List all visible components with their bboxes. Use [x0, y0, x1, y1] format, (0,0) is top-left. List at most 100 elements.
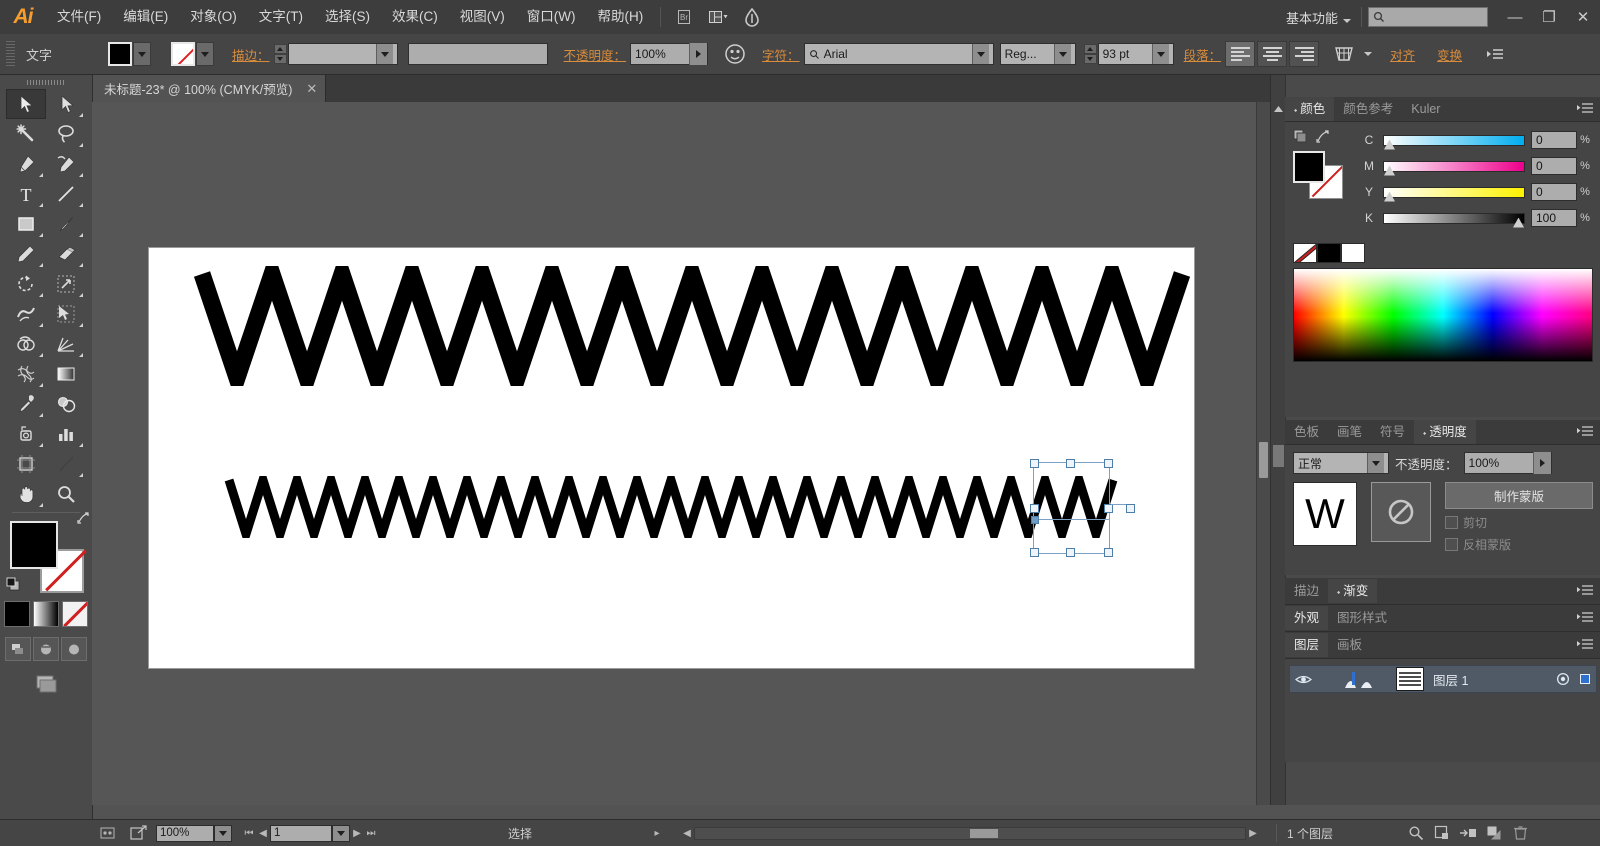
dock-collapse-rail[interactable] — [1271, 75, 1286, 805]
tab-appearance[interactable]: 外观 — [1285, 606, 1329, 630]
clip-checkbox[interactable] — [1445, 516, 1458, 529]
bar-graph-tool[interactable] — [46, 419, 86, 449]
stroke-weight-up[interactable] — [273, 44, 287, 54]
font-family-dropdown[interactable] — [971, 44, 989, 64]
blob-brush-tool[interactable] — [46, 239, 86, 269]
tab-symbols[interactable]: 符号 — [1371, 420, 1414, 444]
blend-mode-dropdown[interactable] — [1367, 453, 1384, 473]
selection-indicator[interactable] — [1574, 673, 1596, 685]
tab-stroke[interactable]: 描边 — [1285, 579, 1328, 603]
normal-screen-mode[interactable] — [5, 637, 31, 661]
zoom-level-dropdown[interactable] — [214, 824, 232, 842]
color-spectrum-ramp[interactable] — [1293, 268, 1593, 362]
document-tab[interactable]: 未标题-23* @ 100% (CMYK/预览) ✕ — [92, 75, 327, 102]
slice-tool[interactable] — [46, 449, 86, 479]
stroke-profile-field[interactable] — [407, 43, 548, 65]
canvas-vertical-scroll-thumb[interactable] — [1259, 442, 1268, 478]
menu-edit[interactable]: 编辑(E) — [112, 0, 179, 34]
status-flyout-button[interactable]: ▸ — [650, 824, 664, 842]
fill-indicator[interactable] — [10, 521, 58, 569]
tab-gradient[interactable]: ⬩ 渐变 — [1328, 579, 1378, 603]
tab-brushes[interactable]: 画笔 — [1328, 420, 1371, 444]
zoom-tool[interactable] — [46, 479, 86, 509]
canvas-vertical-scrollbar[interactable] — [1256, 102, 1270, 805]
panel-menu-icon[interactable] — [1481, 41, 1509, 67]
opacity-label[interactable]: 不透明度： — [560, 45, 631, 64]
fill-swatch-dropdown[interactable] — [133, 42, 152, 66]
opacity-flyout-button[interactable] — [689, 43, 708, 65]
prev-artboard-icon[interactable]: ◀ — [256, 824, 270, 842]
menu-view[interactable]: 视图(V) — [449, 0, 516, 34]
character-label[interactable]: 字符： — [758, 45, 804, 64]
selection-handle-bl[interactable] — [1030, 548, 1039, 557]
free-transform-tool[interactable] — [46, 299, 86, 329]
delete-layer-icon[interactable] — [1507, 820, 1533, 846]
paintbrush-tool[interactable] — [46, 209, 86, 239]
horizontal-scroll-track[interactable] — [694, 826, 1246, 840]
add-to-swatches-icon[interactable] — [1293, 129, 1308, 147]
font-size-down[interactable] — [1083, 54, 1097, 64]
mini-swatch-white[interactable] — [1341, 243, 1365, 263]
tools-panel-grip[interactable] — [0, 75, 92, 89]
make-mask-button[interactable]: 制作蒙版 — [1445, 482, 1593, 509]
envelope-distort-icon[interactable] — [1330, 41, 1358, 67]
line-segment-tool[interactable] — [46, 179, 86, 209]
text-anchor-point[interactable] — [1031, 516, 1039, 524]
blend-mode-combo[interactable]: 正常 — [1293, 452, 1389, 474]
zigzag-row-small[interactable] — [224, 476, 1129, 538]
transparency-object-thumbnail[interactable]: W — [1293, 482, 1357, 546]
default-fill-stroke-icon[interactable] — [6, 577, 22, 593]
menu-window[interactable]: 窗口(W) — [516, 0, 587, 34]
invert-mask-checkbox[interactable] — [1445, 538, 1458, 551]
full-screen-mode[interactable] — [61, 637, 87, 661]
color-slider-c-value[interactable]: 0 — [1531, 131, 1577, 149]
tab-artboards[interactable]: 画板 — [1328, 633, 1371, 657]
dock-rail-thumb[interactable] — [1273, 445, 1284, 467]
tab-layers[interactable]: 图层 — [1285, 633, 1329, 657]
horizontal-scroll-thumb[interactable] — [970, 828, 998, 838]
color-slider-m-track[interactable] — [1383, 160, 1525, 176]
selection-handle-tr[interactable] — [1104, 459, 1113, 468]
symbol-sprayer-tool[interactable] — [6, 419, 46, 449]
shape-builder-tool[interactable] — [6, 329, 46, 359]
align-link[interactable]: 对齐 — [1386, 45, 1419, 64]
dock-expand-icon[interactable] — [1271, 105, 1285, 116]
eyedropper-tool[interactable] — [6, 389, 46, 419]
last-artboard-icon[interactable]: ⏭ — [364, 824, 378, 842]
type-tool[interactable]: T — [6, 179, 46, 209]
artboard[interactable] — [149, 248, 1194, 668]
blend-tool[interactable] — [46, 389, 86, 419]
lasso-tool[interactable] — [46, 119, 86, 149]
artboard-navigation-icon[interactable] — [100, 820, 122, 846]
transparency-opacity-flyout[interactable] — [1532, 452, 1551, 474]
width-tool[interactable] — [6, 299, 46, 329]
arrange-documents-icon[interactable] — [703, 5, 733, 29]
pen-tool[interactable] — [6, 149, 46, 179]
tab-transparency[interactable]: ⬩ 透明度 — [1414, 420, 1476, 444]
color-slider-k-value[interactable]: 100 — [1531, 209, 1577, 227]
tab-kuler[interactable]: Kuler — [1402, 97, 1449, 121]
next-artboard-icon[interactable]: ▶ — [350, 824, 364, 842]
color-slider-y-track[interactable] — [1383, 186, 1525, 202]
gradient-tool[interactable] — [46, 359, 86, 389]
align-left-button[interactable] — [1225, 41, 1256, 67]
transparency-panel-menu-icon[interactable] — [1576, 425, 1594, 440]
duplicate-icon[interactable] — [1481, 820, 1507, 846]
stroke-swatch-none[interactable] — [171, 42, 196, 66]
new-sublayer-icon[interactable] — [1429, 820, 1455, 846]
gradient-mode[interactable] — [33, 601, 59, 627]
color-mode[interactable] — [4, 601, 30, 627]
color-fill-swatch[interactable] — [1293, 151, 1325, 183]
window-minimize-button[interactable]: — — [1498, 0, 1532, 34]
selection-bounding-box[interactable] — [1030, 459, 1135, 557]
selection-rotate-handle[interactable] — [1126, 504, 1135, 513]
layers-panel-menu-icon[interactable] — [1576, 638, 1594, 653]
menu-effect[interactable]: 效果(C) — [381, 0, 449, 34]
invert-mask-checkbox-row[interactable]: 反相蒙版 — [1445, 536, 1593, 553]
color-slider-c-track[interactable] — [1383, 134, 1525, 150]
color-panel-menu-icon[interactable] — [1576, 102, 1594, 117]
close-icon[interactable]: ✕ — [306, 81, 317, 97]
tab-graphic-styles[interactable]: 图形样式 — [1328, 606, 1396, 630]
scroll-right-icon[interactable]: ▶ — [1246, 824, 1260, 842]
stroke-swatch-control[interactable] — [171, 42, 215, 66]
